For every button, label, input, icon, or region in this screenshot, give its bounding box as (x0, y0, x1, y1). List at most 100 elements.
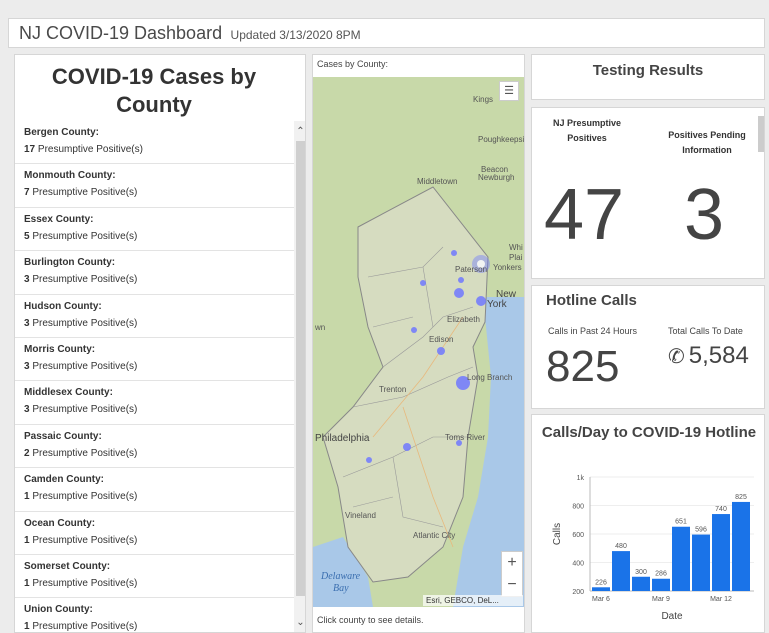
county-count: 5 (24, 230, 30, 242)
county-count: 3 (24, 404, 30, 416)
x-axis-label: Date (661, 611, 683, 622)
county-list-item[interactable]: Burlington County: 3 Presumptive Positive… (15, 251, 294, 295)
scroll-up-icon[interactable]: ⌃ (294, 125, 305, 139)
county-count-line: 5 Presumptive Positive(s) (24, 231, 137, 242)
map-title: Cases by County: (317, 59, 389, 69)
panel-scroll-handle[interactable] (758, 116, 764, 152)
county-name: Essex County: (24, 213, 94, 225)
map-label: Middletown (417, 177, 458, 186)
calls-bar-chart: 200 400 600 800 1k Calls 226 480 300 286 651 596 740… (552, 475, 754, 622)
county-list-item[interactable]: Essex County: 5 Presumptive Positive(s) (15, 208, 294, 252)
map-attribution[interactable]: Esri, GEBCO, DeL... (423, 595, 523, 606)
map-label: Yonkers (493, 263, 522, 272)
county-name: Camden County: (24, 474, 104, 486)
county-count-line: 1 Presumptive Positive(s) (24, 535, 137, 546)
county-count-suffix: Presumptive Positive(s) (32, 621, 138, 633)
chart-bar (692, 534, 710, 591)
county-list-item[interactable]: Ocean County: 1 Presumptive Positive(s) (15, 512, 294, 555)
legend-list-icon[interactable]: ☰ (499, 81, 519, 101)
updated-timestamp: Updated 3/13/2020 8PM (230, 28, 361, 42)
map-label: Paterson (455, 265, 488, 274)
calls-chart-panel: Calls/Day to COVID-19 Hotline 200 400 600 8… (531, 414, 765, 633)
county-name: Morris County: (24, 343, 96, 355)
total-calls-label: Total Calls To Date (668, 326, 743, 336)
pending-value: 3 (684, 175, 725, 255)
county-count-line: 7 Presumptive Positive(s) (24, 187, 137, 198)
pending-label: Positives Pending Information (668, 130, 746, 155)
county-list-scrollbar[interactable]: ⌃ ⌄ (294, 121, 305, 632)
scroll-down-icon[interactable]: ⌄ (294, 616, 305, 630)
county-map[interactable]: Kings Poughkeepsie Beacon Newburgh Middl… (313, 77, 525, 607)
y-axis-label: Calls (552, 523, 563, 545)
chart-bar (652, 578, 670, 591)
county-count: 17 (24, 144, 36, 155)
bar-value-label: 825 (735, 494, 747, 501)
total-calls-value: 5,584 (688, 342, 749, 369)
hotline-title: Hotline Calls (546, 292, 637, 309)
county-name: Ocean County: (24, 517, 96, 529)
county-list-item[interactable]: Somerset County: 1 Presumptive Positive(s… (15, 555, 294, 599)
map-canvas[interactable] (313, 77, 525, 607)
testing-results-header: Testing Results (531, 54, 765, 100)
cases-by-county-panel: COVID-19 Cases by County Bergen County: 1… (14, 54, 306, 633)
county-count-suffix: Presumptive Positive(s) (32, 317, 138, 329)
county-count: 3 (24, 274, 30, 286)
total-calls-value-wrap: ✆ 5,584 (668, 342, 749, 370)
county-name: Passaic County: (24, 430, 102, 442)
cases-panel-title: COVID-19 Cases by County (51, 64, 257, 117)
hotline-panel: Hotline Calls Calls in Past 24 Hours Tot… (531, 285, 765, 409)
bar-value-label: 226 (595, 579, 607, 586)
county-name: Somerset County: (24, 560, 111, 572)
county-count: 1 (24, 621, 30, 633)
map-label: Vineland (345, 511, 376, 520)
county-count: 1 (24, 534, 30, 546)
county-list-item[interactable]: Camden County: 1 Presumptive Positive(s) (15, 468, 294, 512)
county-count-line: 1 Presumptive Positive(s) (24, 491, 137, 502)
county-count-line: 17 Presumptive Positive(s) (24, 144, 143, 155)
chart-bar (732, 501, 750, 591)
county-count-suffix: Presumptive Positive(s) (32, 274, 138, 286)
county-list-item[interactable]: Union County: 1 Presumptive Positive(s) (15, 598, 294, 632)
x-tick-label: Mar 12 (710, 596, 732, 603)
county-list-item[interactable]: Morris County: 3 Presumptive Positive(s) (15, 338, 294, 382)
y-tick-label: 800 (572, 504, 584, 511)
y-tick-label: 400 (572, 561, 584, 568)
map-label: Whi (509, 243, 523, 252)
county-count-line: 3 Presumptive Positive(s) (24, 318, 137, 329)
county-list-item[interactable]: Hudson County: 3 Presumptive Positive(s) (15, 295, 294, 338)
county-count-suffix: Presumptive Positive(s) (32, 404, 138, 416)
map-label: Philadelphia (315, 433, 370, 444)
county-count: 1 (24, 577, 30, 589)
dashboard-header: NJ COVID-19 Dashboard Updated 3/13/2020 … (8, 18, 765, 48)
zoom-out-button[interactable]: − (502, 574, 522, 596)
map-footer-text: Click county to see details. (317, 615, 424, 625)
presumptive-label: NJ Presumptive Positives (552, 118, 622, 143)
county-name: Hudson County: (24, 300, 102, 312)
county-name: Union County: (24, 604, 93, 616)
chart-bar (592, 587, 610, 591)
county-count-suffix: Presumptive Positive(s) (32, 491, 138, 503)
zoom-in-button[interactable]: + (502, 552, 522, 574)
county-list-item[interactable]: Middlesex County: 3 Presumptive Positive(… (15, 381, 294, 425)
x-tick-label: Mar 9 (652, 596, 670, 603)
chart-bar (672, 526, 690, 591)
zoom-control: + − (501, 551, 523, 597)
county-count-suffix: Presumptive Positive(s) (32, 230, 138, 242)
map-label: Bay (333, 583, 349, 594)
county-list-item[interactable]: Passaic County: 2 Presumptive Positive(s) (15, 425, 294, 469)
county-list: Bergen County: 17 Presumptive Positive(s)… (15, 121, 294, 632)
county-count-line: 1 Presumptive Positive(s) (24, 621, 137, 632)
map-label: York (487, 299, 507, 310)
county-list-item[interactable]: Bergen County: 17 Presumptive Positive(s) (15, 121, 294, 165)
map-label: Elizabeth (447, 315, 480, 324)
map-label: Poughkeepsie (478, 135, 525, 144)
county-count-line: 3 Presumptive Positive(s) (24, 274, 137, 285)
dashboard-title: NJ COVID-19 Dashboard (19, 23, 223, 43)
bar-value-label: 596 (695, 527, 707, 534)
county-count-suffix: Presumptive Positive(s) (32, 534, 138, 546)
county-count-suffix: Presumptive Positive(s) (37, 144, 143, 155)
scroll-thumb[interactable] (296, 141, 305, 596)
county-list-item[interactable]: Monmouth County: 7 Presumptive Positive(s… (15, 164, 294, 208)
map-label: Long Branch (467, 373, 513, 382)
bar-value-label: 651 (675, 519, 687, 526)
